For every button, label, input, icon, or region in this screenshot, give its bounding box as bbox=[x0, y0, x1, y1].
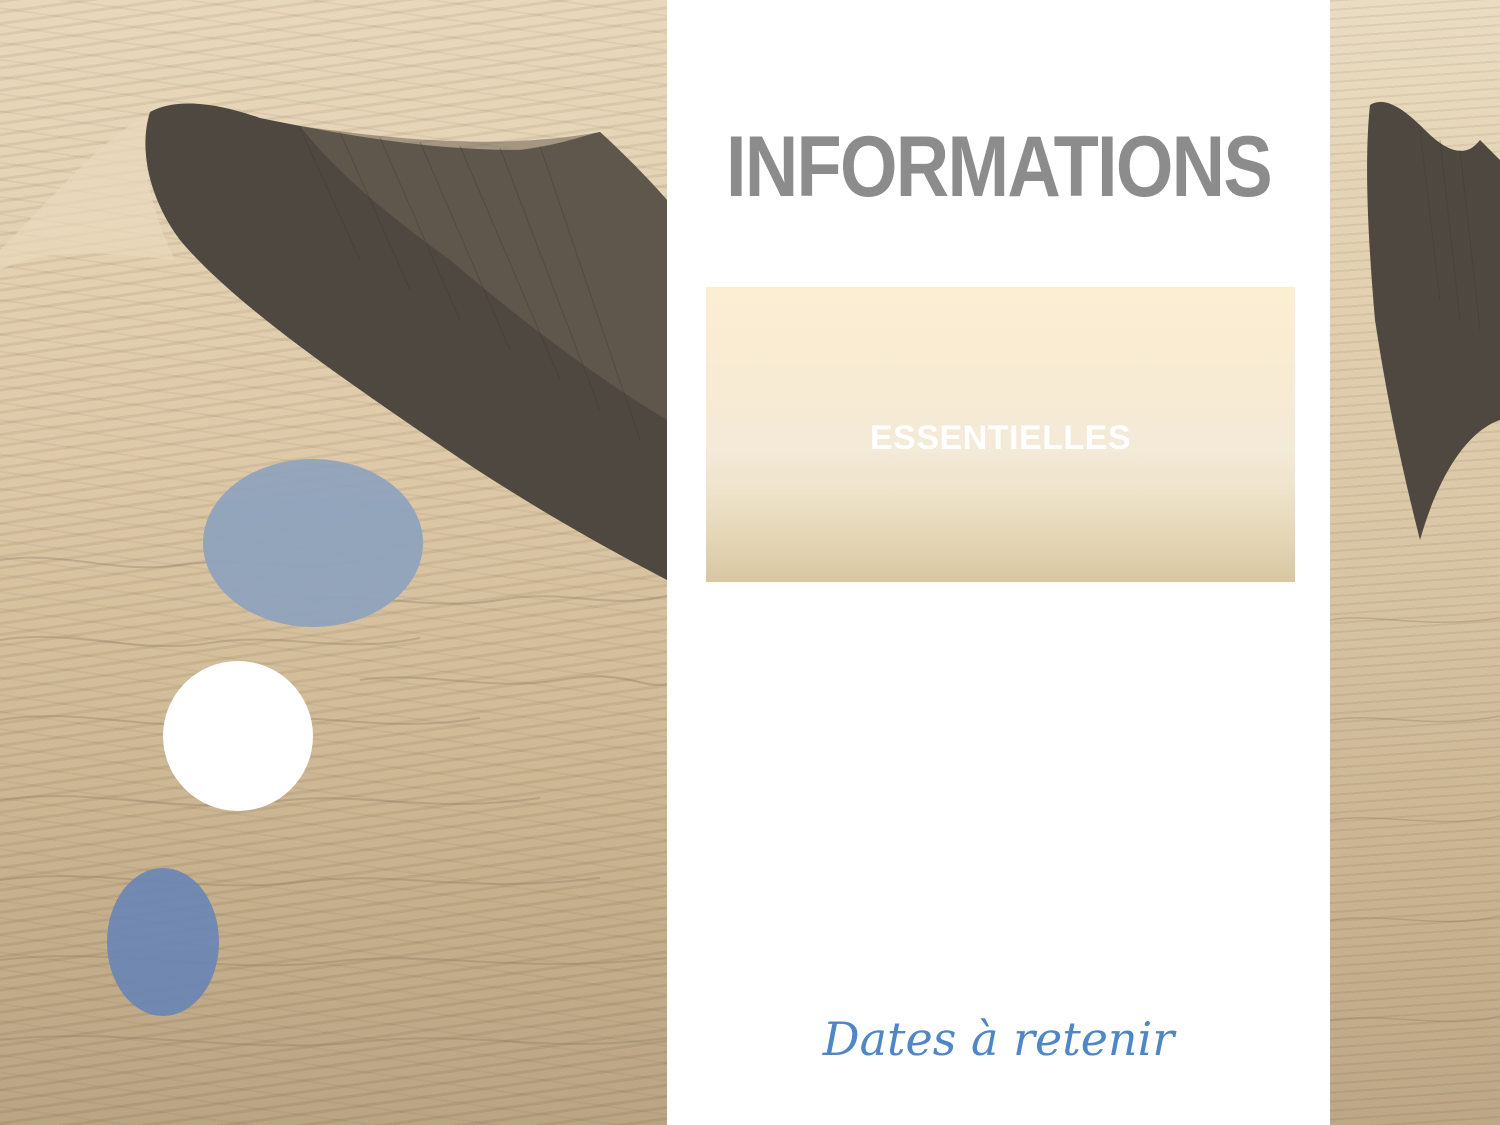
dates-heading: Dates à retenir bbox=[822, 1012, 1175, 1066]
dune-shadow-illustration bbox=[0, 103, 667, 1047]
dune-shadow-strip bbox=[1330, 101, 1500, 1023]
decorative-blue-ellipse-lower bbox=[107, 868, 219, 1016]
page-title: INFORMATIONS bbox=[726, 119, 1273, 215]
brochure-page: INFORMATIONS ESSENTIELLES Dates à reteni… bbox=[0, 0, 1500, 1125]
decorative-white-circle bbox=[163, 661, 313, 811]
essentials-banner: ESSENTIELLES bbox=[706, 287, 1295, 582]
decorative-blue-ellipse-upper bbox=[203, 459, 423, 627]
dune-photo-left bbox=[0, 0, 667, 1125]
dune-photo-right bbox=[1330, 0, 1500, 1125]
banner-label: ESSENTIELLES bbox=[869, 419, 1132, 457]
